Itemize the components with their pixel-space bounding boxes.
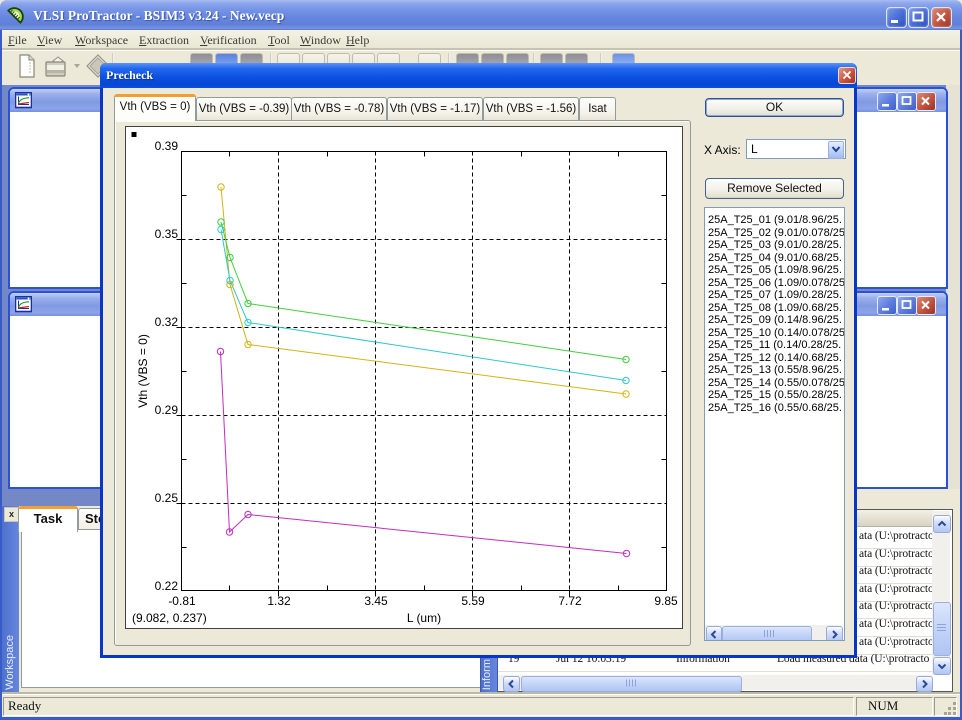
svg-text:0.35: 0.35 <box>155 227 179 241</box>
svg-text:5.59: 5.59 <box>461 594 485 608</box>
svg-text:(9.082, 0.237): (9.082, 0.237) <box>132 611 207 625</box>
svg-text:Vth (VBS = 0): Vth (VBS = 0) <box>136 334 150 408</box>
svg-text:0.29: 0.29 <box>155 403 179 417</box>
svg-text:0.25: 0.25 <box>155 491 179 505</box>
svg-text:7.72: 7.72 <box>558 594 582 608</box>
svg-text:0.32: 0.32 <box>155 315 179 329</box>
svg-text:9.85: 9.85 <box>654 594 678 608</box>
svg-text:-0.81: -0.81 <box>168 594 196 608</box>
svg-text:1.32: 1.32 <box>267 594 291 608</box>
svg-text:0.39: 0.39 <box>155 139 179 153</box>
svg-text:0.22: 0.22 <box>155 579 179 593</box>
svg-text:L (um): L (um) <box>407 611 441 625</box>
svg-text:3.45: 3.45 <box>364 594 388 608</box>
